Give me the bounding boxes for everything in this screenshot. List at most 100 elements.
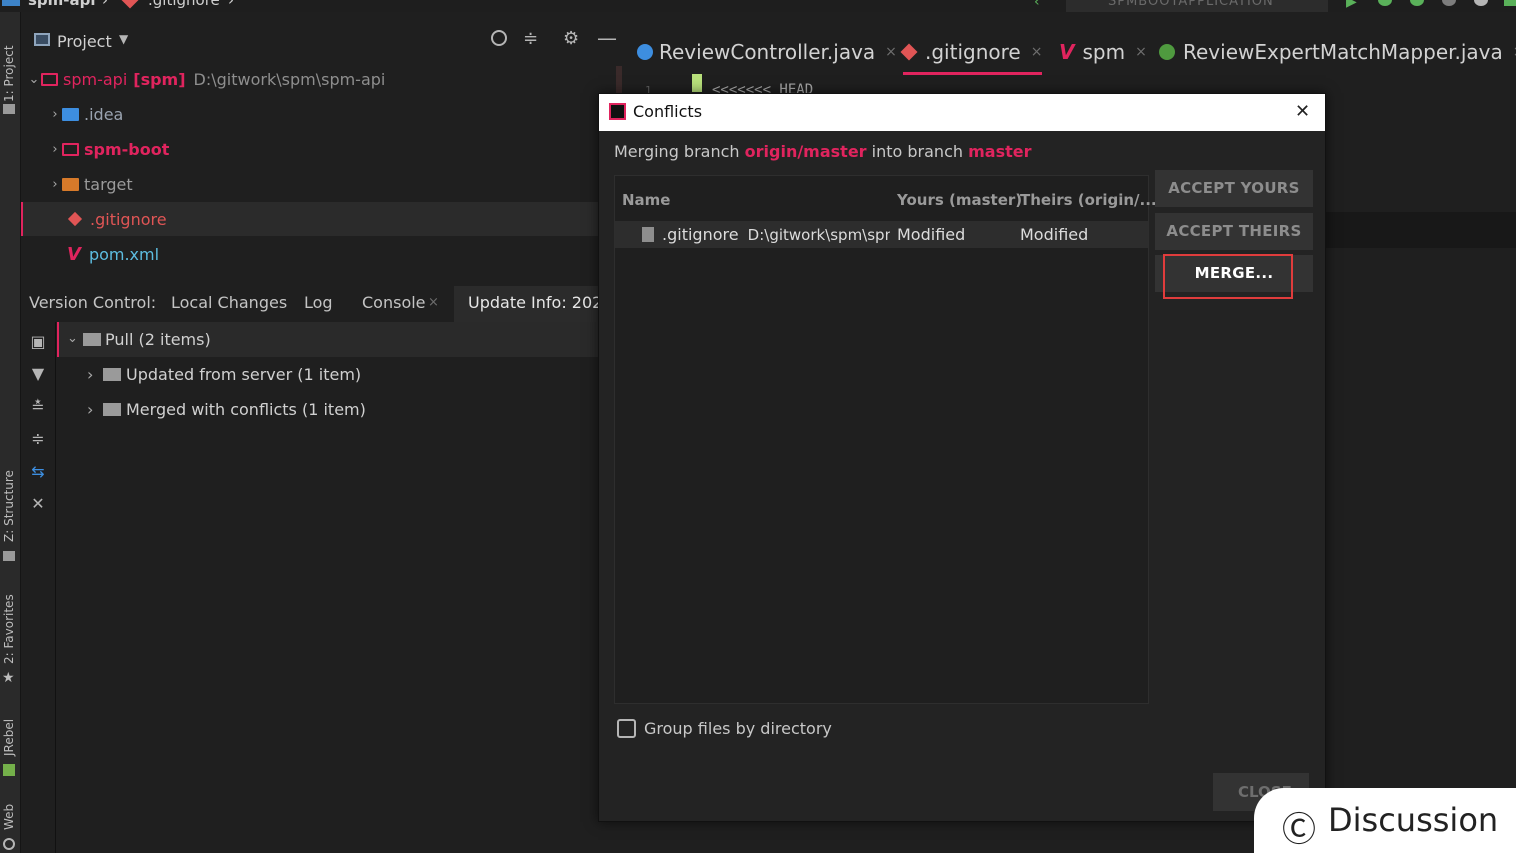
close-icon[interactable]: × (1031, 44, 1043, 60)
tree-row-updated[interactable]: › Updated from server (1 item) (57, 357, 599, 392)
structure-tool-tab[interactable]: Z: Structure (2, 470, 16, 542)
code-line[interactable]: <<<<<<< HEAD (712, 82, 813, 93)
tab-update-info[interactable]: Update Info: 2020 (454, 286, 613, 322)
tree-item-spm-boot[interactable]: › spm-boot (21, 132, 624, 166)
folder-icon (3, 104, 15, 114)
column-header-yours[interactable]: Yours (master) (897, 191, 1022, 209)
column-header-theirs[interactable]: Theirs (origin/... (1020, 191, 1157, 209)
chevron-down-icon[interactable]: ▼ (119, 32, 128, 46)
git-icon (900, 43, 918, 61)
close-icon[interactable]: ✕ (1295, 101, 1310, 122)
folder-icon (103, 403, 121, 416)
module-icon (2, 0, 20, 6)
run-icon[interactable]: ▶ (1346, 0, 1357, 10)
idea-folder-icon (62, 107, 79, 121)
project-tool-tab[interactable]: 1: Project (2, 45, 16, 102)
tab-local-changes[interactable]: Local Changes (171, 293, 287, 312)
close-icon[interactable]: × (885, 44, 897, 60)
root-module-path: D:\gitwork\spm\spm-api (193, 69, 386, 89)
close-icon[interactable]: × (1135, 44, 1147, 60)
message-prefix: Merging branch (614, 142, 740, 161)
group-icon[interactable]: ▣ (29, 333, 47, 351)
tab-console[interactable]: Console (362, 293, 426, 312)
editor-highlight-line (1324, 212, 1516, 248)
git-icon (121, 0, 139, 9)
table-row[interactable]: .gitignore D:\gitwork\spm\spm Modified M… (615, 221, 1148, 248)
tree-item-gitignore[interactable]: .gitignore (21, 202, 626, 236)
change-marker (692, 74, 702, 92)
tree-row-label: Updated from server (1 item) (126, 365, 362, 384)
maven-icon: V (1059, 40, 1075, 64)
filter-icon[interactable]: ▼ (29, 365, 47, 383)
excluded-folder-icon (62, 177, 79, 191)
merge-button[interactable]: MERGE... (1155, 254, 1313, 299)
conflicts-dialog: Conflicts ✕ Merging branch origin/master… (598, 93, 1326, 822)
gear-icon[interactable]: ⚙ (563, 28, 579, 49)
jrebel-tool-tab[interactable]: JRebel (2, 719, 16, 756)
minimize-icon[interactable]: — (597, 26, 617, 50)
tab-label: spm (1082, 40, 1126, 64)
breadcrumb-file[interactable]: .gitignore (148, 0, 220, 9)
tab-label: ReviewExpertMatchMapper.java (1183, 40, 1503, 64)
accept-theirs-button[interactable]: ACCEPT THEIRS (1155, 213, 1313, 250)
tree-item-label: .idea (84, 104, 124, 124)
collapse-all-icon[interactable]: ≑ (29, 430, 47, 448)
chevron-down-icon: ⌄ (28, 71, 40, 87)
tree-row-pull[interactable]: ⌄ Pull (2 items) (57, 322, 601, 357)
expand-all-icon[interactable]: ≛ (29, 398, 47, 416)
web-tool-tab[interactable]: Web (2, 804, 16, 830)
tab-gitignore[interactable]: .gitignore × (900, 34, 1043, 75)
dialog-title: Conflicts (633, 102, 703, 121)
column-header-name[interactable]: Name (622, 191, 670, 209)
checkbox-label: Group files by directory (644, 719, 832, 738)
chevron-right-icon: › (102, 0, 108, 9)
tree-row-merged[interactable]: › Merged with conflicts (1 item) (57, 392, 599, 427)
coverage-icon[interactable] (1410, 0, 1424, 6)
interface-icon (1159, 44, 1175, 60)
tree-row-label: Merged with conflicts (1 item) (126, 400, 366, 419)
diff-icon[interactable]: ⇆ (29, 463, 47, 481)
folder-icon (103, 368, 121, 381)
tree-item-label: pom.xml (88, 244, 160, 264)
tab-review-controller[interactable]: ReviewController.java × (637, 34, 897, 70)
stop-icon[interactable] (1474, 0, 1488, 6)
message-mid: into branch (871, 142, 964, 161)
project-view-icon (34, 33, 50, 46)
update-info-toolbar: ▣ ▼ ≛ ≑ ⇆ ✕ (21, 322, 56, 853)
profile-icon[interactable] (1442, 0, 1456, 6)
conflicts-table: Name Yours (master) Theirs (origin/... .… (614, 175, 1157, 704)
tab-review-expert-mapper[interactable]: ReviewExpertMatchMapper.java × (1159, 34, 1516, 70)
jrebel-icon[interactable] (1504, 0, 1516, 6)
tab-spm[interactable]: V spm × (1059, 34, 1147, 70)
favorites-tool-tab[interactable]: 2: Favorites (2, 594, 16, 664)
accept-yours-button[interactable]: ACCEPT YOURS (1155, 170, 1313, 207)
tab-log[interactable]: Log (304, 293, 333, 312)
tree-item-target[interactable]: › target (21, 167, 624, 201)
close-icon[interactable]: × (428, 295, 439, 310)
class-icon (637, 44, 653, 60)
folder-icon (83, 333, 101, 346)
row-file-path: D:\gitwork\spm\spm (747, 226, 890, 244)
jrebel-icon (3, 764, 15, 776)
locate-icon[interactable] (491, 30, 507, 46)
tab-label: ReviewController.java (659, 40, 876, 64)
close-icon[interactable]: ✕ (29, 495, 47, 513)
breadcrumb-project[interactable]: spm-api (28, 0, 96, 9)
module-folder-icon (62, 142, 79, 156)
collapse-all-icon[interactable]: ≑ (523, 28, 538, 49)
tab-label: .gitignore (925, 40, 1021, 64)
debug-icon[interactable] (1378, 0, 1392, 6)
tab-update-info-label: Update Info: 2020 (468, 293, 613, 312)
tree-item-pom[interactable]: V pom.xml (21, 237, 624, 271)
update-info-panel: ⌄ Pull (2 items) › Updated from server (… (21, 322, 601, 853)
build-hammer-icon[interactable]: ‹ (1034, 0, 1048, 10)
maven-icon: V (67, 243, 81, 265)
tree-item-label: target (84, 174, 133, 194)
row-yours: Modified (897, 225, 966, 244)
left-tool-strip: 1: Project Z: Structure 2: Favorites ★ J… (0, 12, 21, 853)
tree-root-spm-api[interactable]: ⌄ spm-api [spm] D:\gitwork\spm\spm-api (21, 62, 624, 96)
git-icon (67, 211, 83, 227)
checkbox[interactable] (617, 719, 636, 738)
project-view-label[interactable]: Project (57, 32, 112, 51)
tree-item-idea[interactable]: › .idea (21, 97, 624, 131)
